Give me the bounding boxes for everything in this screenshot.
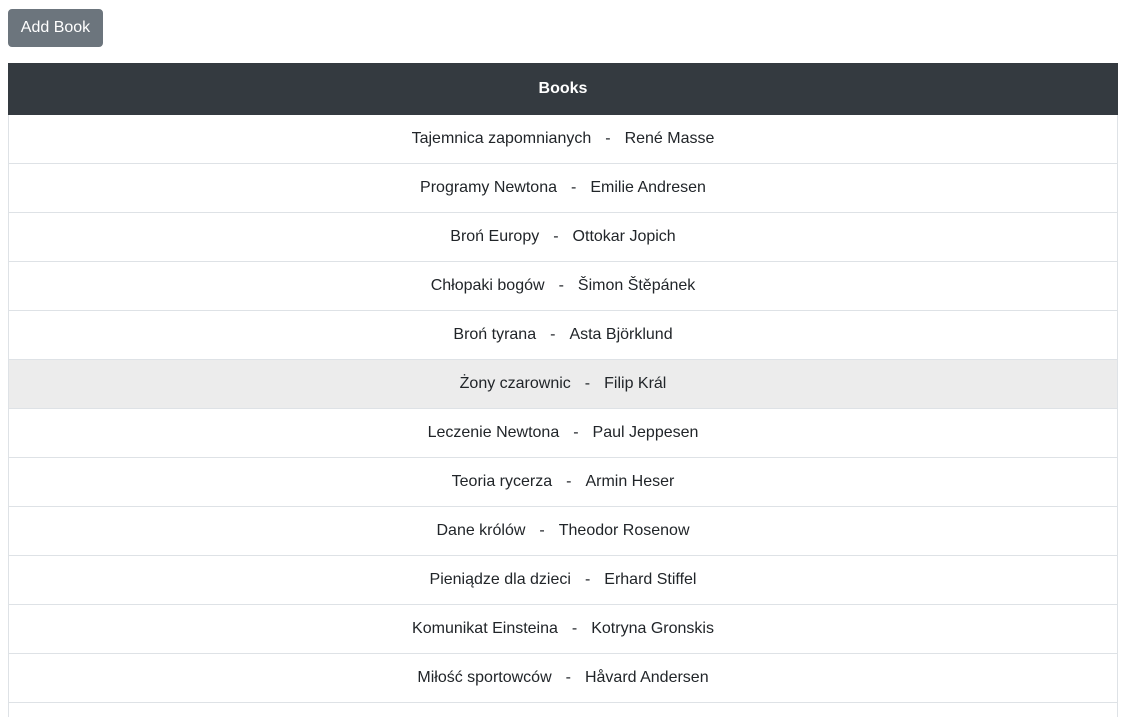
book-cell[interactable]: Komunikat Einsteina - Kotryna Gronskis	[8, 604, 1118, 654]
table-row[interactable]	[8, 702, 1118, 717]
book-cell[interactable]: Pieniądze dla dzieci - Erhard Stiffel	[8, 555, 1118, 605]
add-book-button[interactable]: Add Book	[8, 9, 103, 47]
title-author-separator: -	[558, 277, 564, 294]
book-author: Paul Jeppesen	[592, 424, 699, 441]
book-title: Broń tyrana	[453, 326, 537, 343]
table-row[interactable]: Broń Europy - Ottokar Jopich	[8, 212, 1118, 262]
book-author: Šimon Štěpánek	[577, 277, 696, 294]
title-author-separator: -	[565, 669, 571, 686]
title-author-separator: -	[539, 522, 545, 539]
book-cell[interactable]: Leczenie Newtona - Paul Jeppesen	[8, 408, 1118, 458]
book-title: Programy Newtona	[420, 179, 557, 196]
table-row[interactable]: Chłopaki bogów - Šimon Štěpánek	[8, 261, 1118, 311]
title-author-separator: -	[566, 473, 572, 490]
title-author-separator: -	[605, 130, 611, 147]
title-author-separator: -	[553, 228, 559, 245]
book-cell[interactable]: Teoria rycerza - Armin Heser	[8, 457, 1118, 507]
book-title: Teoria rycerza	[451, 473, 553, 490]
book-title: Broń Europy	[450, 228, 540, 245]
book-author: Ottokar Jopich	[572, 228, 676, 245]
book-title: Żony czarownic	[459, 375, 571, 392]
title-author-separator: -	[573, 424, 579, 441]
book-cell[interactable]	[8, 702, 1118, 717]
book-author: René Masse	[624, 130, 715, 147]
page: Add Book Books Tajemnica zapomnianych - Re…	[0, 0, 1129, 717]
book-author: Håvard Andersen	[584, 669, 709, 686]
book-cell[interactable]: Tajemnica zapomnianych - René Masse	[8, 114, 1118, 164]
book-author: Kotryna Gronskis	[591, 620, 714, 637]
book-title: Komunikat Einsteina	[412, 620, 558, 637]
book-title: Miłość sportowców	[417, 669, 552, 686]
books-table: Books Tajemnica zapomnianych - René Masse P…	[8, 63, 1118, 717]
book-cell[interactable]: Broń Europy - Ottokar Jopich	[8, 212, 1118, 262]
book-title: Chłopaki bogów	[430, 277, 545, 294]
table-row[interactable]: Broń tyrana - Asta Björklund	[8, 310, 1118, 360]
title-author-separator: -	[571, 179, 577, 196]
book-cell[interactable]: Żony czarownic - Filip Král	[8, 359, 1118, 409]
book-title: Leczenie Newtona	[427, 424, 560, 441]
book-author: Asta Björklund	[569, 326, 673, 343]
table-row[interactable]: Dane królów - Theodor Rosenow	[8, 506, 1118, 556]
book-author: Theodor Rosenow	[558, 522, 690, 539]
book-cell[interactable]: Chłopaki bogów - Šimon Štěpánek	[8, 261, 1118, 311]
book-cell[interactable]: Broń tyrana - Asta Björklund	[8, 310, 1118, 360]
book-cell[interactable]: Miłość sportowców - Håvard Andersen	[8, 653, 1118, 703]
books-table-body: Tajemnica zapomnianych - René Masse Program…	[8, 114, 1118, 717]
table-row[interactable]: Pieniądze dla dzieci - Erhard Stiffel	[8, 555, 1118, 605]
table-row[interactable]: Komunikat Einsteina - Kotryna Gronskis	[8, 604, 1118, 654]
book-cell[interactable]: Dane królów - Theodor Rosenow	[8, 506, 1118, 556]
book-cell[interactable]: Programy Newtona - Emilie Andresen	[8, 163, 1118, 213]
table-row[interactable]: Programy Newtona - Emilie Andresen	[8, 163, 1118, 213]
book-author: Emilie Andresen	[590, 179, 706, 196]
book-title: Tajemnica zapomnianych	[411, 130, 592, 147]
title-author-separator: -	[584, 375, 591, 392]
book-title: Dane królów	[436, 522, 526, 539]
book-author: Erhard Stiffel	[604, 571, 697, 588]
books-column-header: Books	[8, 63, 1118, 115]
book-author: Filip Král	[604, 375, 667, 392]
table-row[interactable]: Teoria rycerza - Armin Heser	[8, 457, 1118, 507]
title-author-separator: -	[571, 620, 578, 637]
table-row[interactable]: Miłość sportowców - Håvard Andersen	[8, 653, 1118, 703]
book-author: Armin Heser	[585, 473, 675, 490]
title-author-separator: -	[584, 571, 591, 588]
table-row[interactable]: Żony czarownic - Filip Král	[8, 359, 1118, 409]
table-row[interactable]: Leczenie Newtona - Paul Jeppesen	[8, 408, 1118, 458]
table-row[interactable]: Tajemnica zapomnianych - René Masse	[8, 114, 1118, 164]
book-title: Pieniądze dla dzieci	[429, 571, 571, 588]
title-author-separator: -	[550, 326, 556, 343]
table-header-row: Books	[8, 63, 1118, 115]
